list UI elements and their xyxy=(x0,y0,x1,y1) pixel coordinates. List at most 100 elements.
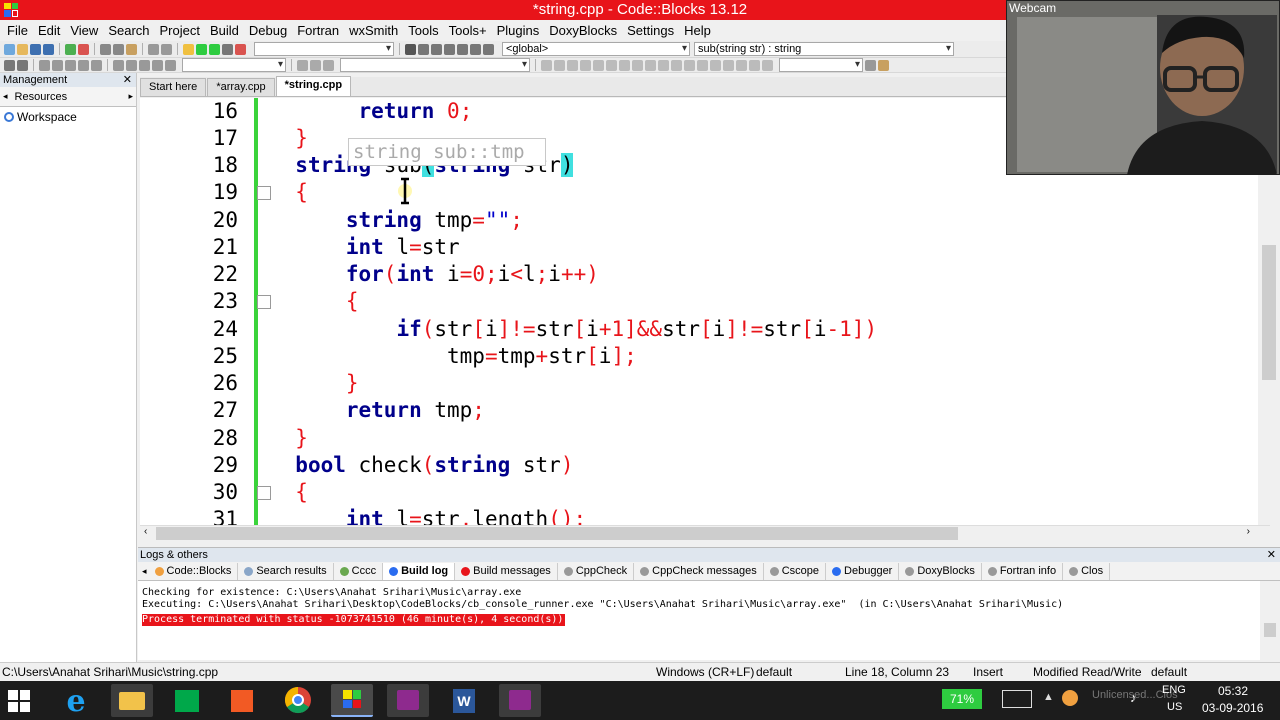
symbol-select[interactable] xyxy=(340,58,530,72)
menu-plugins[interactable]: Plugins xyxy=(492,23,545,38)
menu-fortran[interactable]: Fortran xyxy=(292,23,344,38)
input-language[interactable]: ENG xyxy=(1162,684,1186,696)
volume-icon[interactable]: ♪ xyxy=(1130,690,1146,706)
menu-file[interactable]: File xyxy=(2,23,33,38)
file-explorer-icon[interactable] xyxy=(111,684,153,717)
log-tab-closed[interactable]: Clos xyxy=(1063,562,1111,580)
menu-doxyblocks[interactable]: DoxyBlocks xyxy=(544,23,622,38)
menu-settings[interactable]: Settings xyxy=(622,23,679,38)
tab-string-cpp[interactable]: *string.cpp xyxy=(275,76,352,96)
copy-icon[interactable] xyxy=(113,43,124,55)
cut-icon[interactable] xyxy=(100,43,111,55)
workspace-tree-item[interactable]: Workspace xyxy=(0,107,136,127)
bookmark-prev-icon[interactable] xyxy=(17,59,28,71)
menu-search[interactable]: Search xyxy=(103,23,154,38)
pause-icon[interactable] xyxy=(470,43,481,55)
wx-grid-icon[interactable] xyxy=(593,59,604,71)
store-icon[interactable] xyxy=(166,684,208,717)
internet-explorer-icon[interactable]: e xyxy=(55,684,97,719)
wx-box-icon[interactable] xyxy=(580,59,591,71)
scroll-right-icon[interactable]: › xyxy=(1247,526,1250,537)
menu-debug[interactable]: Debug xyxy=(244,23,292,38)
tab-scroll-left-icon[interactable]: ◂ xyxy=(140,566,149,577)
wx-splitter-icon[interactable] xyxy=(619,59,630,71)
stop-debug-icon[interactable] xyxy=(483,43,494,55)
log-tab-build-log[interactable]: Build log xyxy=(383,562,456,580)
save-icon[interactable] xyxy=(30,43,41,55)
clock-date[interactable]: 03-09-2016 xyxy=(1202,701,1263,715)
wx-tree-icon[interactable] xyxy=(671,59,682,71)
step-out-icon[interactable] xyxy=(457,43,468,55)
word-icon[interactable] xyxy=(749,59,760,71)
zoom-out-icon[interactable] xyxy=(710,59,721,71)
toggle-comment-icon[interactable] xyxy=(65,59,76,71)
log-tab-cppcheck-messages[interactable]: CppCheck messages xyxy=(634,562,764,580)
office-icon[interactable] xyxy=(221,684,263,717)
wx-flex-icon[interactable] xyxy=(606,59,617,71)
arrow-left-icon[interactable] xyxy=(297,59,308,71)
log-scroll-thumb[interactable] xyxy=(1264,623,1276,637)
log-tab-cccc[interactable]: Cccc xyxy=(334,562,384,580)
build-icon[interactable] xyxy=(183,43,194,55)
chrome-icon[interactable] xyxy=(277,684,319,717)
screen-recorder-icon[interactable] xyxy=(387,684,429,717)
paste-icon[interactable] xyxy=(126,43,137,55)
wx-spacer-icon[interactable] xyxy=(645,59,656,71)
fold-marker[interactable] xyxy=(257,486,271,500)
comment-icon[interactable] xyxy=(39,59,50,71)
word-icon[interactable]: W xyxy=(443,684,485,717)
start-button[interactable] xyxy=(8,690,30,712)
undo-icon[interactable] xyxy=(65,43,76,55)
log-tab-doxyblocks[interactable]: DoxyBlocks xyxy=(899,562,982,580)
log-tab-build-messages[interactable]: Build messages xyxy=(455,562,558,580)
stream-comment-icon[interactable] xyxy=(78,59,89,71)
tray-expand-icon[interactable]: ▲ xyxy=(1043,691,1054,703)
compiler-select[interactable] xyxy=(182,58,286,72)
replace-icon[interactable] xyxy=(161,43,172,55)
options-icon[interactable] xyxy=(878,59,889,71)
vertical-scroll-thumb[interactable] xyxy=(1262,245,1276,380)
log-tab-codeblocks[interactable]: Code::Blocks xyxy=(149,562,239,580)
wx-sizer-icon[interactable] xyxy=(567,59,578,71)
log-tab-cscope[interactable]: Cscope xyxy=(764,562,827,580)
regex-icon[interactable] xyxy=(723,59,734,71)
tab-scroll-right-icon[interactable]: ▸ xyxy=(125,91,136,102)
horizontal-scroll-thumb[interactable] xyxy=(156,527,958,540)
match-brace-icon[interactable] xyxy=(113,59,124,71)
tab-resources[interactable]: Resources xyxy=(11,91,126,103)
menu-build[interactable]: Build xyxy=(205,23,244,38)
wx-list-icon[interactable] xyxy=(684,59,695,71)
tray-app-icon[interactable] xyxy=(1062,690,1078,706)
zoom-in-icon[interactable] xyxy=(697,59,708,71)
new-file-icon[interactable] xyxy=(4,43,15,55)
close-icon[interactable]: ✕ xyxy=(123,73,132,87)
scroll-left-icon[interactable]: ‹ xyxy=(144,526,147,537)
jump-back-icon[interactable] xyxy=(139,59,150,71)
wx-frame-icon[interactable] xyxy=(541,59,552,71)
function-select[interactable]: sub(string str) : string xyxy=(694,42,954,56)
selection-icon[interactable] xyxy=(762,59,773,71)
menu-view[interactable]: View xyxy=(65,23,103,38)
arrow-up-icon[interactable] xyxy=(323,59,334,71)
log-vertical-scrollbar[interactable] xyxy=(1260,581,1280,661)
run-to-cursor-icon[interactable] xyxy=(418,43,429,55)
wx-static-icon[interactable] xyxy=(632,59,643,71)
open-icon[interactable] xyxy=(17,43,28,55)
debug-icon[interactable] xyxy=(405,43,416,55)
keyboard-icon[interactable] xyxy=(1002,690,1032,708)
run-icon[interactable] xyxy=(196,43,207,55)
scope-select[interactable]: <global> xyxy=(502,42,690,56)
next-line-icon[interactable] xyxy=(431,43,442,55)
box-comment-icon[interactable] xyxy=(91,59,102,71)
bookmark-icon[interactable] xyxy=(4,59,15,71)
wx-notebook-icon[interactable] xyxy=(658,59,669,71)
log-tab-search-results[interactable]: Search results xyxy=(238,562,334,580)
menu-tools-plus[interactable]: Tools+ xyxy=(444,23,492,38)
fold-marker[interactable] xyxy=(257,295,271,309)
menu-edit[interactable]: Edit xyxy=(33,23,65,38)
search-select[interactable] xyxy=(779,58,863,72)
case-icon[interactable] xyxy=(736,59,747,71)
log-tab-cppcheck[interactable]: CppCheck xyxy=(558,562,635,580)
build-target-select[interactable] xyxy=(254,42,394,56)
step-into-icon[interactable] xyxy=(444,43,455,55)
